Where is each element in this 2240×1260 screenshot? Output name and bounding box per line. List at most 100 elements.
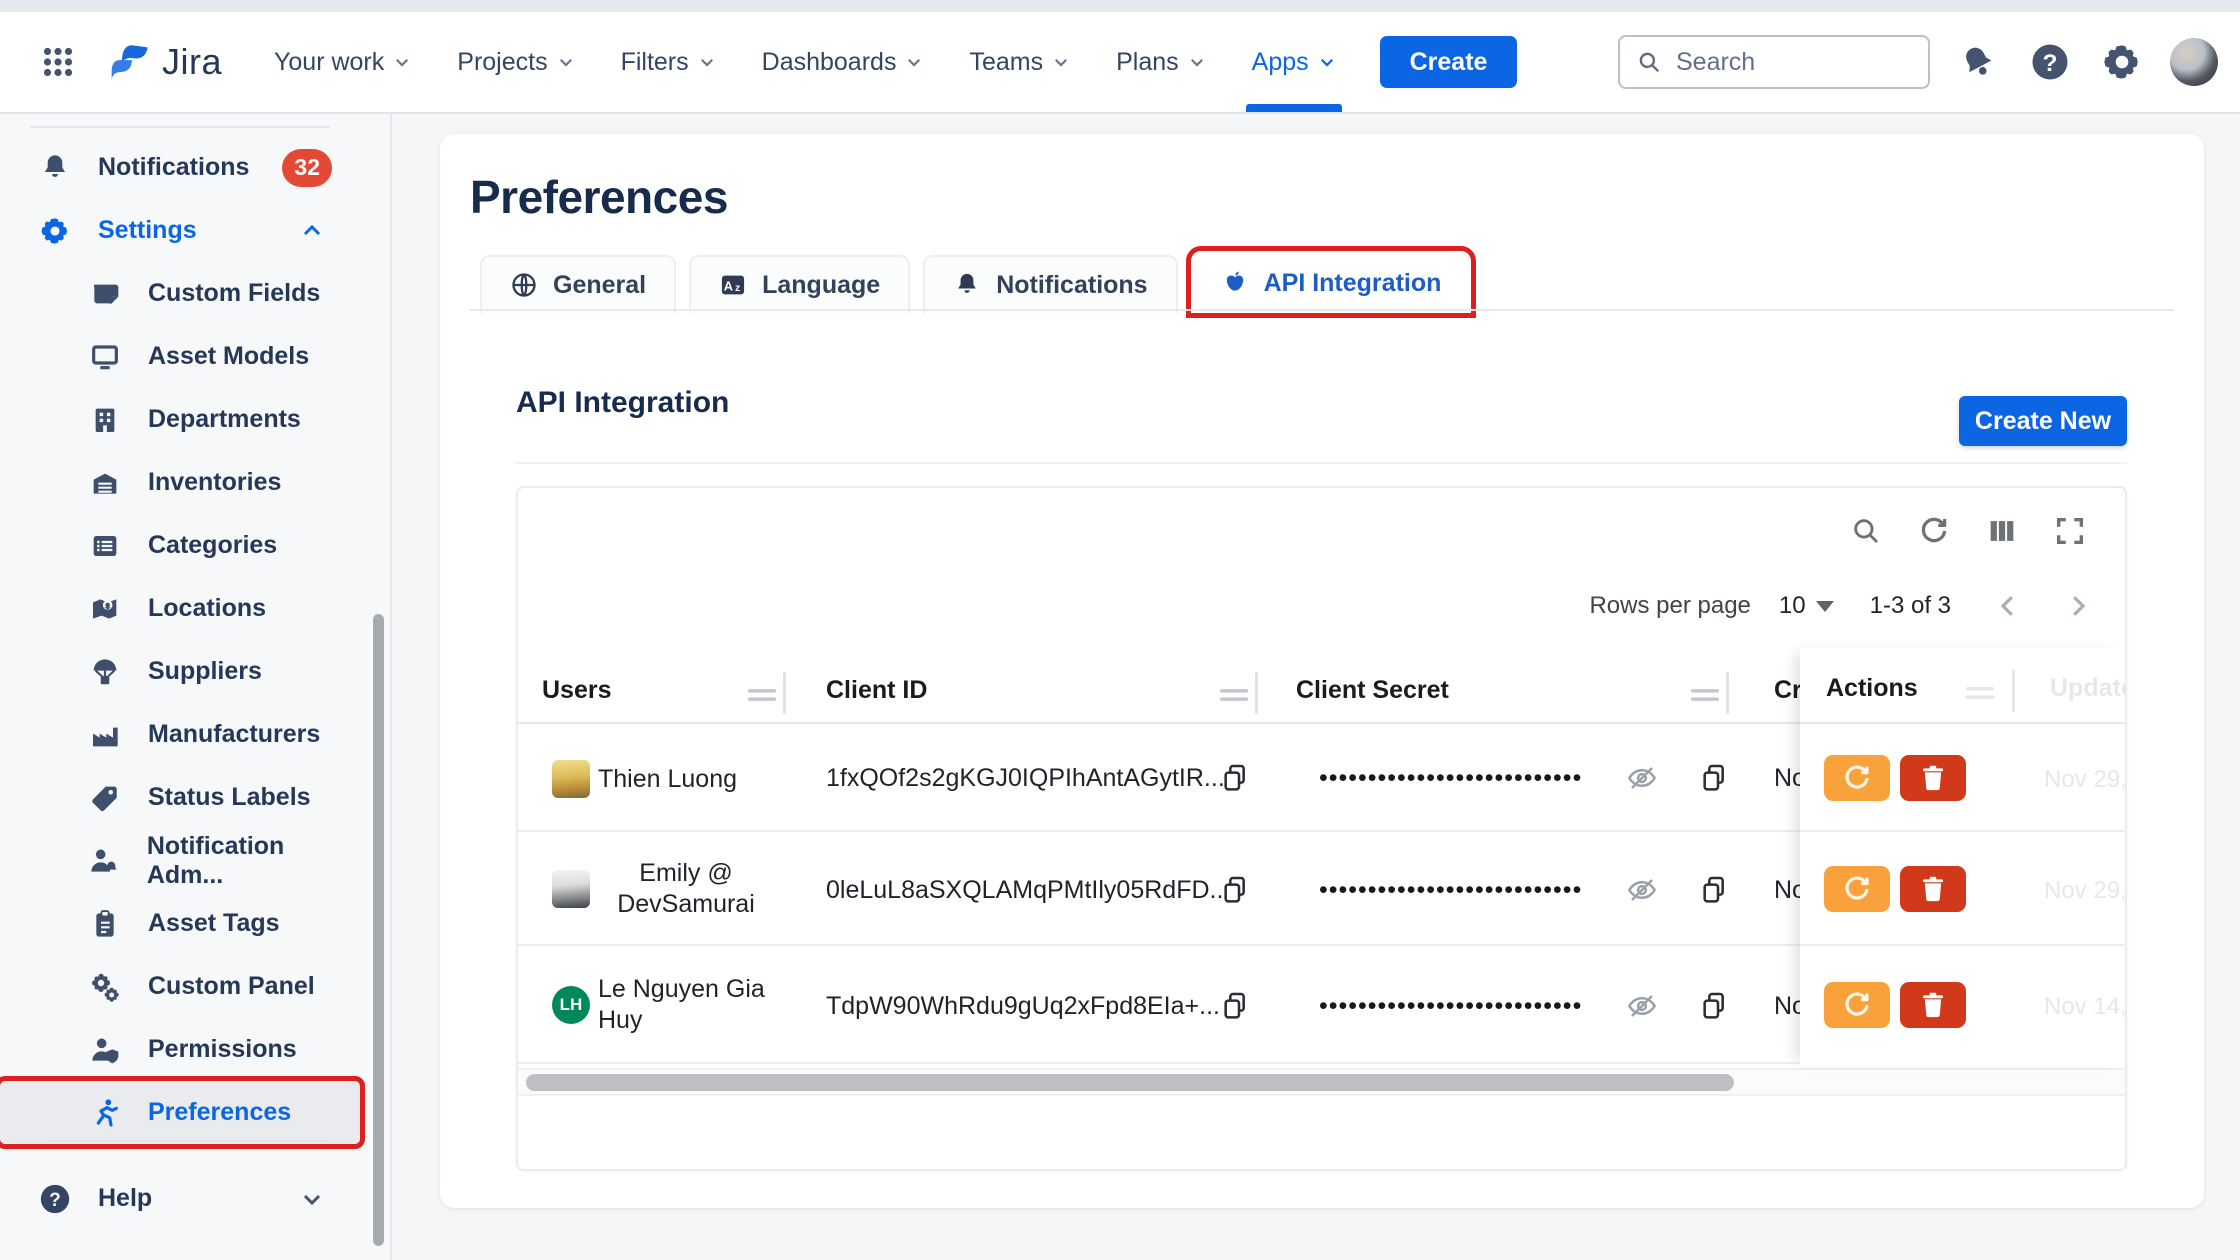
chevron-down-icon <box>393 53 411 71</box>
column-resize-divider[interactable] <box>1255 672 1258 714</box>
list-icon <box>86 530 124 562</box>
svg-text:?: ? <box>49 1190 61 1211</box>
tab-general[interactable]: General <box>480 255 676 313</box>
copy-icon[interactable] <box>1698 762 1730 794</box>
sidebar-item-departments[interactable]: Departments <box>0 388 360 451</box>
eye-slash-icon[interactable] <box>1626 762 1658 794</box>
rows-per-page-select[interactable]: 10 <box>1779 592 1834 620</box>
sidebar-item-preferences[interactable]: Preferences <box>0 1081 360 1144</box>
delete-button[interactable] <box>1900 982 1966 1028</box>
column-header-actions[interactable]: Actions <box>1826 674 1918 703</box>
chevron-down-icon[interactable] <box>300 1184 324 1213</box>
sidebar-item-categories[interactable]: Categories <box>0 514 360 577</box>
nav-filters[interactable]: Filters <box>621 12 716 112</box>
user-name: Thien Luong <box>598 764 774 795</box>
create-button[interactable]: Create <box>1380 36 1518 88</box>
sidebar-scrollbar[interactable] <box>373 614 384 1246</box>
settings-gear-icon[interactable] <box>2098 38 2146 86</box>
copy-icon[interactable] <box>1219 990 1251 1022</box>
card-icon <box>86 278 124 310</box>
sidebar-item-suppliers[interactable]: Suppliers <box>0 640 360 703</box>
chevron-down-icon <box>905 53 923 71</box>
horizontal-scrollbar-thumb[interactable] <box>526 1074 1734 1091</box>
sidebar-item-status-labels[interactable]: Status Labels <box>0 766 360 829</box>
divider <box>30 126 330 128</box>
help-icon[interactable]: ? <box>2026 38 2074 86</box>
copy-icon[interactable] <box>1219 874 1251 906</box>
copy-icon[interactable] <box>1698 990 1730 1022</box>
column-resize-divider <box>2012 670 2015 712</box>
tab-api-integration[interactable]: API Integration <box>1191 251 1472 313</box>
user-avatar[interactable] <box>2170 38 2218 86</box>
drag-handle-icon[interactable] <box>748 686 776 704</box>
nav-your-work[interactable]: Your work <box>274 12 411 112</box>
nav-plans[interactable]: Plans <box>1116 12 1206 112</box>
tab-language[interactable]: Az Language <box>689 255 910 313</box>
drag-handle-icon[interactable] <box>1220 686 1248 704</box>
column-resize-divider[interactable] <box>1726 672 1729 714</box>
eye-slash-icon[interactable] <box>1626 990 1658 1022</box>
search-input[interactable] <box>1676 48 1896 77</box>
app-switcher-icon[interactable] <box>34 38 82 86</box>
jira-logo[interactable]: Jira <box>108 40 222 84</box>
global-search[interactable] <box>1618 35 1930 89</box>
bell-icon <box>36 152 74 184</box>
sidebar-item-manufacturers[interactable]: Manufacturers <box>0 703 360 766</box>
search-icon <box>1636 49 1662 75</box>
eye-slash-icon[interactable] <box>1626 874 1658 906</box>
chevron-up-icon[interactable] <box>300 216 324 245</box>
nav-apps[interactable]: Apps <box>1252 12 1336 112</box>
table-refresh-icon[interactable] <box>1917 514 1951 548</box>
sidebar-item-label: Settings <box>98 216 197 245</box>
create-new-button[interactable]: Create New <box>1959 396 2127 446</box>
tab-label: Notifications <box>996 271 1147 300</box>
rows-per-page-label: Rows per page <box>1589 592 1750 620</box>
sidebar-item-custom-fields[interactable]: Custom Fields <box>0 262 360 325</box>
sidebar-item-help[interactable]: ? Help <box>0 1167 360 1230</box>
sidebar-item-notification-admin[interactable]: Notification Adm... <box>0 829 360 892</box>
nav-dashboards[interactable]: Dashboards <box>762 12 924 112</box>
delete-button[interactable] <box>1900 755 1966 801</box>
parachute-box-icon <box>86 656 124 688</box>
sidebar-item-asset-models[interactable]: Asset Models <box>0 325 360 388</box>
delete-button[interactable] <box>1900 866 1966 912</box>
sidebar-item-label: Asset Models <box>148 342 309 371</box>
column-header-client-secret[interactable]: Client Secret <box>1296 676 1449 705</box>
sidebar-item-custom-panel[interactable]: Custom Panel <box>0 955 360 1018</box>
announcements-icon[interactable] <box>1954 38 2002 86</box>
nav-projects[interactable]: Projects <box>457 12 574 112</box>
client-id-value: TdpW90WhRdu9gUq2xFpd8EIa+... <box>826 992 1220 1021</box>
drag-handle-icon <box>1966 684 1994 702</box>
column-header-client-id[interactable]: Client ID <box>826 676 927 705</box>
sidebar-item-inventories[interactable]: Inventories <box>0 451 360 514</box>
regenerate-button[interactable] <box>1824 982 1890 1028</box>
avatar <box>552 760 590 798</box>
apple-api-icon <box>1221 269 1249 297</box>
tab-notifications[interactable]: Notifications <box>923 255 1177 313</box>
table-fullscreen-icon[interactable] <box>2053 514 2087 548</box>
nav-teams[interactable]: Teams <box>969 12 1070 112</box>
table-columns-icon[interactable] <box>1985 514 2019 548</box>
next-page-icon[interactable] <box>2063 591 2093 621</box>
sidebar-item-asset-tags[interactable]: Asset Tags <box>0 892 360 955</box>
copy-icon[interactable] <box>1698 874 1730 906</box>
sidebar-item-permissions[interactable]: Permissions <box>0 1018 360 1081</box>
client-secret-masked: ••••••••••••••••••••••••••• <box>1319 764 1619 793</box>
column-resize-divider[interactable] <box>783 672 786 714</box>
copy-icon[interactable] <box>1219 762 1251 794</box>
notifications-badge: 32 <box>282 149 332 187</box>
actions-pinned-column: Actions Updated Nov 29, <box>1800 648 2127 1066</box>
sidebar-item-notifications[interactable]: Notifications 32 <box>0 136 360 199</box>
drag-handle-icon[interactable] <box>1691 686 1719 704</box>
regenerate-button[interactable] <box>1824 755 1890 801</box>
table-search-icon[interactable] <box>1849 514 1883 548</box>
sidebar-item-locations[interactable]: Locations <box>0 577 360 640</box>
sidebar-item-settings[interactable]: Settings <box>0 199 360 262</box>
chevron-down-icon <box>1318 53 1336 71</box>
tag-icon <box>86 782 124 814</box>
previous-page-icon[interactable] <box>1993 591 2023 621</box>
regenerate-button[interactable] <box>1824 866 1890 912</box>
main-nav-menus: Your work Projects Filters Dashboards Te… <box>274 12 1336 112</box>
column-header-users[interactable]: Users <box>542 676 612 705</box>
client-secret-masked: ••••••••••••••••••••••••••• <box>1319 876 1619 905</box>
